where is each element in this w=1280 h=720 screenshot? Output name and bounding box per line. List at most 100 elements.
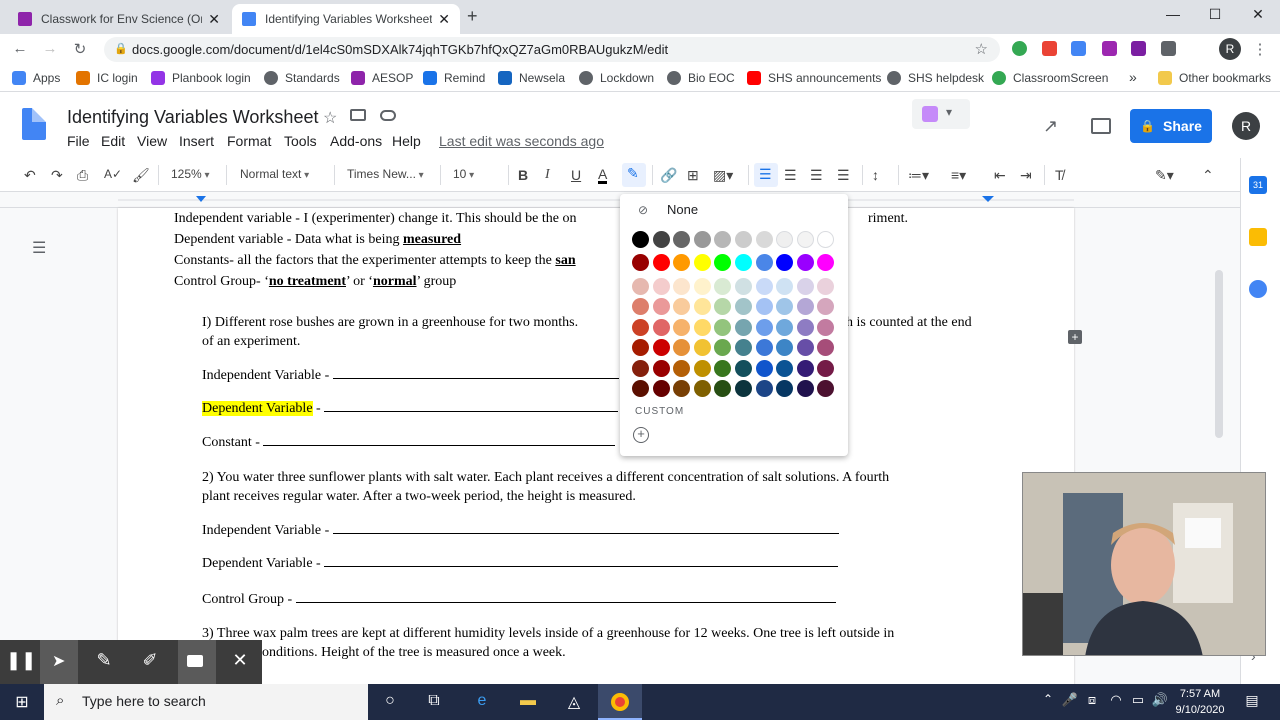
color-swatch[interactable] xyxy=(673,278,691,295)
color-swatch[interactable] xyxy=(714,319,732,336)
extension-icon[interactable] xyxy=(1131,41,1146,56)
color-swatch[interactable] xyxy=(817,380,835,397)
color-swatch[interactable] xyxy=(673,254,691,271)
color-swatch[interactable] xyxy=(755,339,773,356)
back-icon[interactable]: ← xyxy=(10,40,30,57)
close-window-button[interactable]: ✕ xyxy=(1243,6,1273,23)
bookmark-shs-helpdesk[interactable]: SHS helpdesk xyxy=(887,71,984,85)
color-swatch[interactable] xyxy=(796,360,814,377)
other-bookmarks[interactable]: Other bookmarks xyxy=(1158,71,1271,85)
color-swatch[interactable] xyxy=(693,254,711,271)
file-explorer-icon[interactable]: ▬ xyxy=(516,692,540,710)
account-avatar[interactable]: R xyxy=(1232,112,1260,140)
battery-icon[interactable]: ▭ xyxy=(1126,692,1150,708)
profile-avatar[interactable]: R xyxy=(1219,38,1241,60)
color-swatch[interactable] xyxy=(632,339,649,356)
edge-icon[interactable]: e xyxy=(470,692,494,710)
tasks-icon[interactable] xyxy=(1249,280,1267,298)
browser-tab-worksheet[interactable]: Identifying Variables Worksheet - ✕ xyxy=(232,4,460,34)
color-swatch[interactable] xyxy=(673,298,691,315)
color-swatch[interactable] xyxy=(652,254,670,271)
add-comment-icon[interactable]: + xyxy=(1068,330,1082,344)
calendar-icon[interactable]: 31 xyxy=(1249,176,1267,194)
color-swatch[interactable] xyxy=(673,319,691,336)
add-custom-color-icon[interactable]: + xyxy=(633,427,649,443)
undo-icon[interactable]: ↶ xyxy=(24,167,36,184)
answer-blank[interactable] xyxy=(332,522,839,534)
color-swatch[interactable] xyxy=(652,319,670,336)
reload-icon[interactable]: ↻ xyxy=(70,40,90,58)
menu-help[interactable]: Help xyxy=(392,133,421,149)
windows-start-icon[interactable]: ⊞ xyxy=(10,692,34,712)
color-swatch[interactable] xyxy=(755,298,773,315)
underline-icon[interactable]: U xyxy=(571,167,581,183)
align-right-icon[interactable]: ☰ xyxy=(810,167,823,184)
color-swatch[interactable] xyxy=(755,380,773,397)
extension-icon[interactable] xyxy=(1102,41,1117,56)
menu-view[interactable]: View xyxy=(137,133,167,149)
color-swatch[interactable] xyxy=(796,339,814,356)
extension-icon[interactable] xyxy=(1042,41,1057,56)
wifi-icon[interactable]: ◠ xyxy=(1104,692,1128,708)
print-icon[interactable]: ⎙ xyxy=(77,167,88,184)
bookmark-shs-announcements[interactable]: SHS announcements xyxy=(747,71,881,85)
browser-tab-classwork[interactable]: Classwork for Env Science (Onlin ✕ xyxy=(8,4,230,34)
menu-tools[interactable]: Tools xyxy=(284,133,317,149)
color-swatch[interactable] xyxy=(817,339,835,356)
color-swatch[interactable] xyxy=(817,231,835,248)
decrease-indent-icon[interactable]: ⇤ xyxy=(994,167,1006,184)
color-swatch[interactable] xyxy=(735,380,752,397)
pause-icon[interactable]: ❚❚ xyxy=(6,650,36,674)
color-swatch[interactable] xyxy=(776,278,794,295)
collapse-menu-icon[interactable]: ⌃ xyxy=(1202,167,1214,184)
color-swatch[interactable] xyxy=(714,278,732,295)
color-swatch[interactable] xyxy=(817,278,835,295)
color-swatch[interactable] xyxy=(673,360,691,377)
bookmark-bio-eoc[interactable]: Bio EOC xyxy=(667,71,735,85)
bookmark-classroomscreen[interactable]: ClassroomScreen xyxy=(992,71,1108,85)
font-select[interactable]: Times New... xyxy=(347,167,424,181)
color-swatch[interactable] xyxy=(796,231,814,248)
color-swatch[interactable] xyxy=(632,298,649,315)
chrome-taskbar-button[interactable] xyxy=(598,684,642,720)
color-swatch[interactable] xyxy=(673,380,691,397)
italic-icon[interactable]: I xyxy=(545,167,550,183)
style-select[interactable]: Normal text xyxy=(240,167,309,181)
color-swatch[interactable] xyxy=(714,360,732,377)
clear-formatting-icon[interactable]: T̸ xyxy=(1055,167,1064,183)
new-tab-button[interactable]: + xyxy=(467,6,478,27)
task-view-icon[interactable]: ⧉ xyxy=(422,692,446,710)
color-swatch[interactable] xyxy=(632,380,649,397)
close-recorder-icon[interactable]: ✕ xyxy=(226,650,254,674)
bookmark-apps[interactable]: Apps xyxy=(12,71,60,85)
addon-button[interactable]: ▾ xyxy=(912,99,970,129)
extension-icon[interactable] xyxy=(1071,41,1086,56)
move-folder-icon[interactable] xyxy=(350,109,366,121)
color-swatch[interactable] xyxy=(693,319,711,336)
close-tab-icon[interactable]: ✕ xyxy=(438,11,450,28)
bulleted-list-icon[interactable]: ≡▾ xyxy=(951,167,966,184)
answer-blank[interactable] xyxy=(332,367,619,379)
bookmark-lockdown[interactable]: Lockdown xyxy=(579,71,654,85)
color-swatch[interactable] xyxy=(735,298,752,315)
color-swatch[interactable] xyxy=(755,231,773,248)
color-swatch[interactable] xyxy=(652,231,670,248)
highlight-color-button[interactable]: ✎ xyxy=(622,163,646,187)
answer-blank[interactable] xyxy=(324,400,619,412)
color-swatch[interactable] xyxy=(693,298,711,315)
color-swatch[interactable] xyxy=(714,339,732,356)
vertical-scrollbar[interactable] xyxy=(1215,270,1223,438)
document-title[interactable]: Identifying Variables Worksheet xyxy=(67,107,318,128)
color-swatch[interactable] xyxy=(796,254,814,271)
color-swatch[interactable] xyxy=(652,380,670,397)
color-swatch[interactable] xyxy=(632,231,649,248)
paint-format-icon[interactable]: 🖌 xyxy=(132,167,150,184)
color-swatch[interactable] xyxy=(693,339,711,356)
star-icon[interactable]: ☆ xyxy=(323,108,337,128)
extensions-puzzle-icon[interactable] xyxy=(1161,41,1176,56)
color-swatch[interactable] xyxy=(673,231,691,248)
color-swatch[interactable] xyxy=(714,231,732,248)
notifications-icon[interactable]: ▤ xyxy=(1240,692,1264,709)
color-swatch[interactable] xyxy=(796,298,814,315)
color-swatch[interactable] xyxy=(817,254,835,271)
